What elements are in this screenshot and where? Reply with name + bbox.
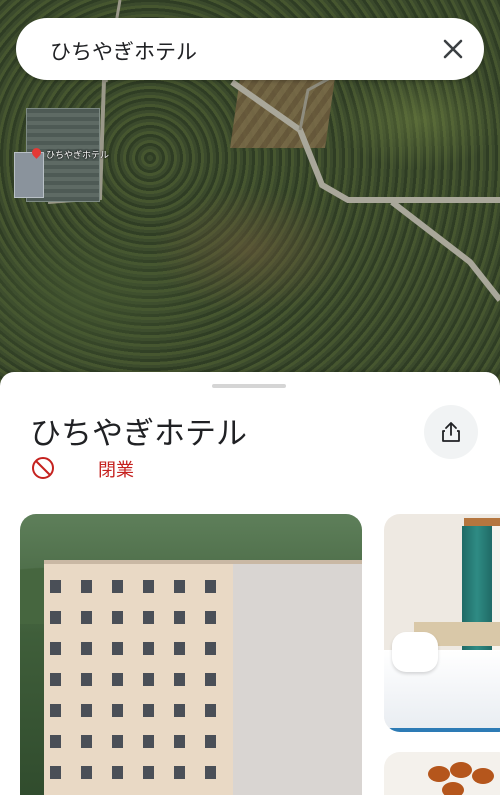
- photo-building-window: [112, 642, 123, 655]
- photo-hotel-room[interactable]: [384, 514, 500, 732]
- photo-building-window: [50, 735, 61, 748]
- close-icon: [443, 39, 463, 59]
- photo-building-window: [50, 642, 61, 655]
- photo-food-item: [442, 782, 464, 795]
- photo-building-window: [81, 580, 92, 593]
- photo-building-side: [233, 564, 362, 795]
- search-bar[interactable]: ひちやぎホテル: [16, 18, 484, 80]
- photo-building-window: [112, 611, 123, 624]
- photo-building-window: [205, 704, 216, 717]
- place-sheet[interactable]: ひちやぎホテル 閉業: [0, 372, 500, 795]
- photo-building-window: [174, 766, 185, 779]
- photo-building-window: [143, 580, 154, 593]
- photo-building-window: [81, 766, 92, 779]
- photo-building-window: [50, 673, 61, 686]
- photo-curtain-rail: [464, 518, 500, 526]
- no-entry-icon: [31, 456, 55, 484]
- photo-building-window: [50, 704, 61, 717]
- map-pin-label[interactable]: ひちやぎホテル: [46, 148, 109, 161]
- photo-building-window: [205, 580, 216, 593]
- photo-building-window: [81, 704, 92, 717]
- photo-food-item: [450, 762, 472, 778]
- photo-building-window: [143, 704, 154, 717]
- photo-hotel-exterior[interactable]: [20, 514, 362, 795]
- photo-building-window: [112, 673, 123, 686]
- photo-building-window: [50, 580, 61, 593]
- photo-building-window: [50, 611, 61, 624]
- close-button[interactable]: [440, 36, 466, 62]
- photo-building-window: [50, 766, 61, 779]
- search-query[interactable]: ひちやぎホテル: [50, 36, 197, 66]
- photo-building-window: [205, 611, 216, 624]
- photo-hotel-food[interactable]: [384, 752, 500, 795]
- photo-building-window: [81, 611, 92, 624]
- photo-building-window: [112, 704, 123, 717]
- photo-edge: [384, 728, 500, 732]
- share-button[interactable]: [424, 405, 478, 459]
- photo-building-window: [205, 642, 216, 655]
- photo-building-window: [81, 673, 92, 686]
- photo-building-window: [174, 611, 185, 624]
- photo-pillow: [392, 632, 438, 672]
- sheet-drag-handle[interactable]: [212, 384, 286, 388]
- map-building: [14, 152, 44, 198]
- photo-building-window: [205, 766, 216, 779]
- photo-building-window: [205, 673, 216, 686]
- photo-building-window: [143, 735, 154, 748]
- photo-building-window: [112, 735, 123, 748]
- photo-building-window: [143, 642, 154, 655]
- photo-building-window: [205, 735, 216, 748]
- share-icon: [442, 422, 460, 442]
- photo-building-window: [174, 673, 185, 686]
- photo-building-window: [81, 642, 92, 655]
- status-badge: 閉業: [98, 460, 134, 481]
- photo-building-window: [143, 766, 154, 779]
- photo-building-window: [174, 704, 185, 717]
- photo-building-window: [174, 642, 185, 655]
- photo-food-item: [472, 768, 494, 784]
- photo-building-window: [81, 735, 92, 748]
- photo-food-item: [428, 766, 450, 782]
- photo-building-window: [112, 766, 123, 779]
- photo-building-window: [112, 580, 123, 593]
- photo-building-window: [143, 673, 154, 686]
- photo-building-window: [174, 580, 185, 593]
- photo-building-window: [174, 735, 185, 748]
- place-title: ひちやぎホテル: [30, 416, 247, 452]
- photo-building-window: [143, 611, 154, 624]
